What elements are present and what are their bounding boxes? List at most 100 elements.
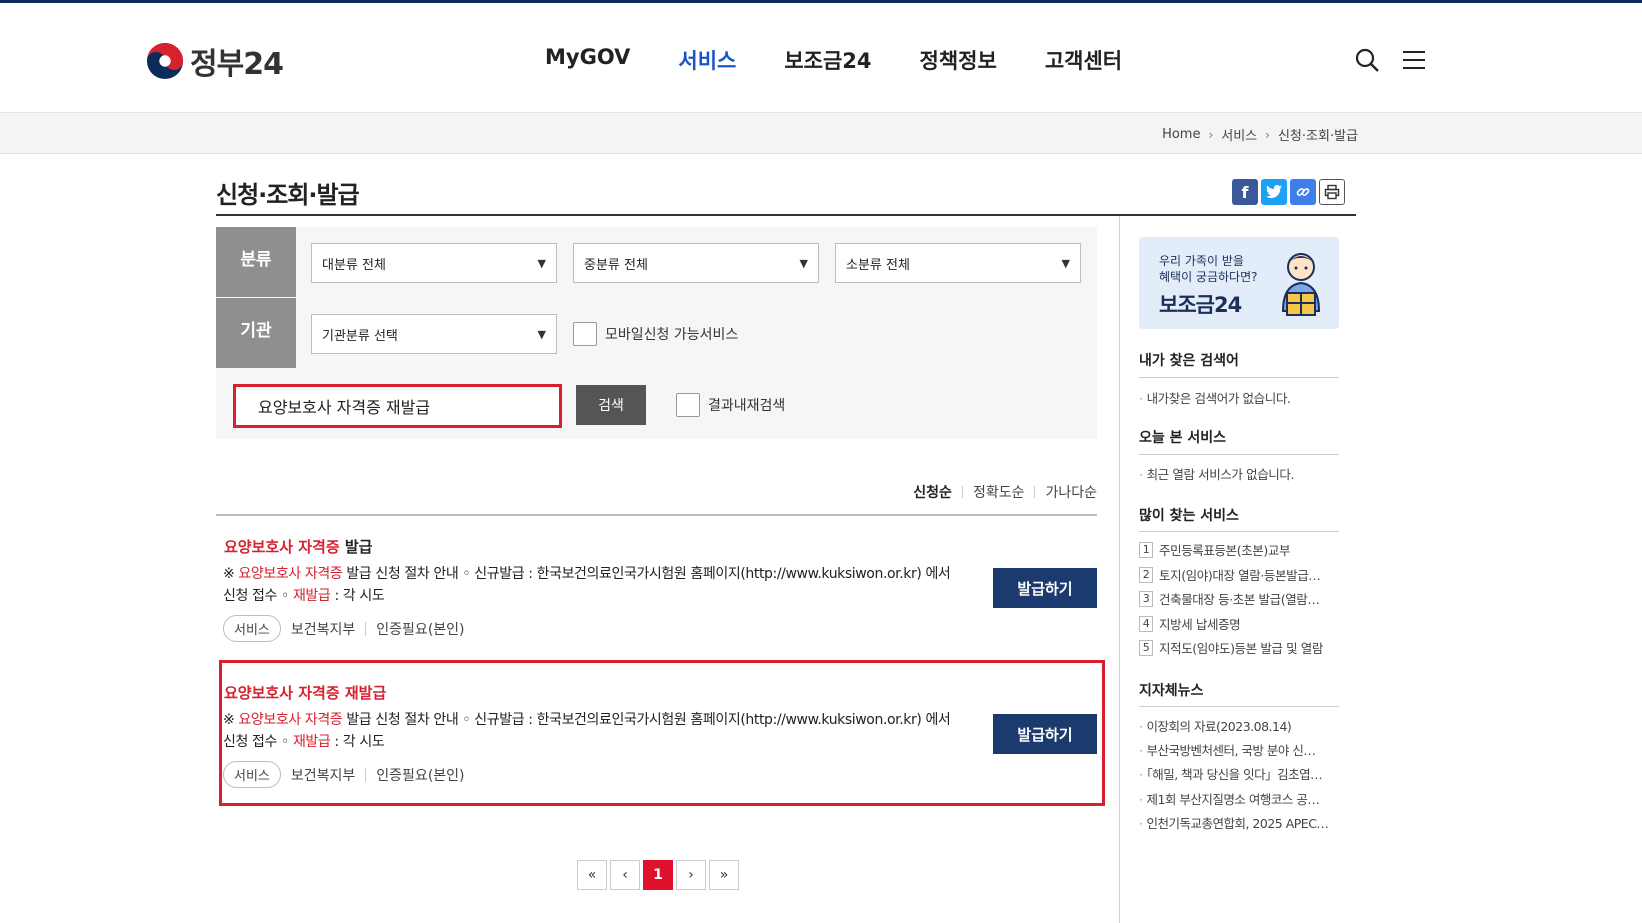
nav-service[interactable]: 서비스 <box>678 45 736 75</box>
banner-line2: 혜택이 궁금하다면? <box>1159 270 1258 284</box>
sort-by-application[interactable]: 신청순 <box>913 482 952 502</box>
major-category-select[interactable]: 대분류 전체 ▼ <box>311 243 557 283</box>
news-item[interactable]: 이장회의 자료(2023.08.14) <box>1139 716 1339 735</box>
sort-separator <box>961 486 963 498</box>
sort-by-alphabet[interactable]: 가나다순 <box>1045 482 1097 502</box>
breadcrumb-home[interactable]: Home <box>1162 127 1200 142</box>
middle-category-select[interactable]: 중분류 전체 ▼ <box>573 243 819 283</box>
side-divider <box>1139 706 1339 707</box>
minor-category-value: 소분류 전체 <box>846 257 910 273</box>
taegeuk-logo-icon <box>146 42 184 80</box>
rank-number: 2 <box>1139 566 1153 583</box>
result-title-highlight: 요양보호사 자격증 재발급 <box>224 684 387 702</box>
side-divider <box>1139 454 1339 455</box>
result-description: ※ 요양보호사 자격증 발급 신청 절차 안내 ◦ 신규발급 : 한국보건의료인… <box>223 709 953 753</box>
last-page-button[interactable]: » <box>709 860 739 890</box>
result-description: ※ 요양보호사 자격증 발급 신청 절차 안내 ◦ 신규발급 : 한국보건의료인… <box>223 563 953 607</box>
rank-number: 4 <box>1139 615 1153 632</box>
chevron-down-icon: ▼ <box>537 256 546 270</box>
minor-category-select[interactable]: 소분류 전체 ▼ <box>835 243 1081 283</box>
logo-text: 정부24 <box>190 47 284 82</box>
next-page-button[interactable]: › <box>676 860 706 890</box>
result-title[interactable]: 요양보호사 자격증 재발급 <box>224 682 386 703</box>
first-page-button[interactable]: « <box>577 860 607 890</box>
chevron-down-icon: ▼ <box>537 327 546 341</box>
meta-separator <box>365 767 367 782</box>
news-item[interactable]: 인천기독교총연합회, 2025 APEC… <box>1139 813 1339 832</box>
popular-item[interactable]: 2 토지(임야)대장 열람·등본발급… <box>1139 565 1339 584</box>
print-icon[interactable] <box>1319 179 1345 205</box>
banner-title: 보조금24 <box>1159 293 1242 317</box>
nav-customer-center[interactable]: 고객센터 <box>1045 45 1122 75</box>
result-auth: 인증필요(본인) <box>376 621 465 638</box>
desc-end: : 각 시도 <box>330 734 385 750</box>
nav-mygov[interactable]: MyGOV <box>545 45 630 75</box>
category-label: 분류 <box>216 227 296 297</box>
nav-policy-info[interactable]: 정책정보 <box>920 45 997 75</box>
prev-page-button[interactable]: ‹ <box>610 860 640 890</box>
side-divider <box>1139 377 1339 378</box>
search-within-checkbox[interactable]: 결과내재검색 <box>676 393 785 417</box>
agency-select[interactable]: 기관분류 선택 ▼ <box>311 314 557 354</box>
chevron-right-icon: › <box>1265 127 1270 142</box>
desc-highlight: 요양보호사 자격증 <box>238 712 343 728</box>
desc-end: : 각 시도 <box>330 588 385 604</box>
sort-options: 신청순 정확도순 가나다순 <box>913 482 1097 502</box>
column-divider <box>1119 216 1120 923</box>
search-icon[interactable] <box>1354 47 1380 73</box>
person-gift-icon <box>1281 253 1321 316</box>
my-search-heading: 내가 찾은 검색어 <box>1139 353 1239 369</box>
news-item[interactable]: 부산국방벤처센터, 국방 분야 신… <box>1139 740 1339 759</box>
service-tag: 서비스 <box>223 615 281 642</box>
banner-line1: 우리 가족이 받을 <box>1159 254 1244 268</box>
desc-highlight: 재발급 <box>292 588 331 604</box>
banner-text: 우리 가족이 받을 혜택이 궁금하다면? <box>1159 253 1279 285</box>
search-button[interactable]: 검색 <box>576 385 646 425</box>
desc-highlight: 재발급 <box>292 734 331 750</box>
rank-number: 1 <box>1139 541 1153 558</box>
main-nav: MyGOV 서비스 보조금24 정책정보 고객센터 <box>545 45 1122 75</box>
twitter-icon[interactable] <box>1261 179 1287 205</box>
breadcrumb-bar: Home › 서비스 › 신청·조회·발급 <box>0 113 1642 154</box>
middle-category-value: 중분류 전체 <box>584 257 648 273</box>
issue-button[interactable]: 발급하기 <box>993 714 1097 754</box>
share-tools: f <box>1232 179 1345 205</box>
result-title[interactable]: 요양보호사 자격증 발급 <box>224 536 372 557</box>
search-input[interactable]: 요양보호사 자격증 재발급 <box>233 384 562 428</box>
rank-number: 5 <box>1139 639 1153 656</box>
major-category-value: 대분류 전체 <box>322 257 386 273</box>
logo[interactable]: 정부24 <box>146 39 284 83</box>
news-item[interactable]: 제1회 부산지질명소 여행코스 공… <box>1139 789 1339 808</box>
news-item[interactable]: 「해밀, 책과 당신을 잇다」김초엽… <box>1139 764 1339 783</box>
issue-button[interactable]: 발급하기 <box>993 568 1097 608</box>
current-page[interactable]: 1 <box>643 860 673 890</box>
site-header: 정부24 MyGOV 서비스 보조금24 정책정보 고객센터 <box>0 3 1642 113</box>
popular-item[interactable]: 1 주민등록표등본(초본)교부 <box>1139 540 1339 559</box>
my-search-empty: 내가찾은 검색어가 없습니다. <box>1139 388 1291 407</box>
chevron-right-icon: › <box>1208 127 1214 142</box>
breadcrumb-service[interactable]: 서비스 <box>1221 125 1257 144</box>
link-icon[interactable] <box>1290 179 1316 205</box>
result-agency: 보건복지부 <box>290 767 356 784</box>
agency-value: 기관분류 선택 <box>322 328 398 344</box>
nav-subsidy24[interactable]: 보조금24 <box>784 45 871 75</box>
result-agency: 보건복지부 <box>290 621 356 638</box>
popular-item[interactable]: 3 건축물대장 등·초본 발급(열람… <box>1139 589 1339 608</box>
today-viewed-heading: 오늘 본 서비스 <box>1139 430 1227 446</box>
result-auth: 인증필요(본인) <box>376 767 465 784</box>
mobile-available-label: 모바일신청 가능서비스 <box>605 327 739 343</box>
breadcrumb: Home › 서비스 › 신청·조회·발급 <box>1162 125 1358 144</box>
rank-number: 3 <box>1139 590 1153 607</box>
popular-item[interactable]: 5 지적도(임야도)등본 발급 및 열람 <box>1139 638 1339 657</box>
popular-item-label: 건축물대장 등·초본 발급(열람… <box>1159 592 1320 607</box>
breadcrumb-current[interactable]: 신청·조회·발급 <box>1278 125 1358 144</box>
popular-item[interactable]: 4 지방세 납세증명 <box>1139 614 1339 633</box>
sort-by-accuracy[interactable]: 정확도순 <box>973 482 1025 502</box>
mobile-available-checkbox[interactable]: 모바일신청 가능서비스 <box>573 322 738 346</box>
local-news-heading: 지자체뉴스 <box>1139 683 1204 699</box>
facebook-icon[interactable]: f <box>1232 179 1258 205</box>
subsidy24-banner[interactable]: 우리 가족이 받을 혜택이 궁금하다면? 보조금24 <box>1139 237 1339 329</box>
menu-icon[interactable] <box>1401 47 1427 73</box>
popular-item-label: 지방세 납세증명 <box>1159 617 1241 632</box>
popular-item-label: 주민등록표등본(초본)교부 <box>1159 543 1291 558</box>
